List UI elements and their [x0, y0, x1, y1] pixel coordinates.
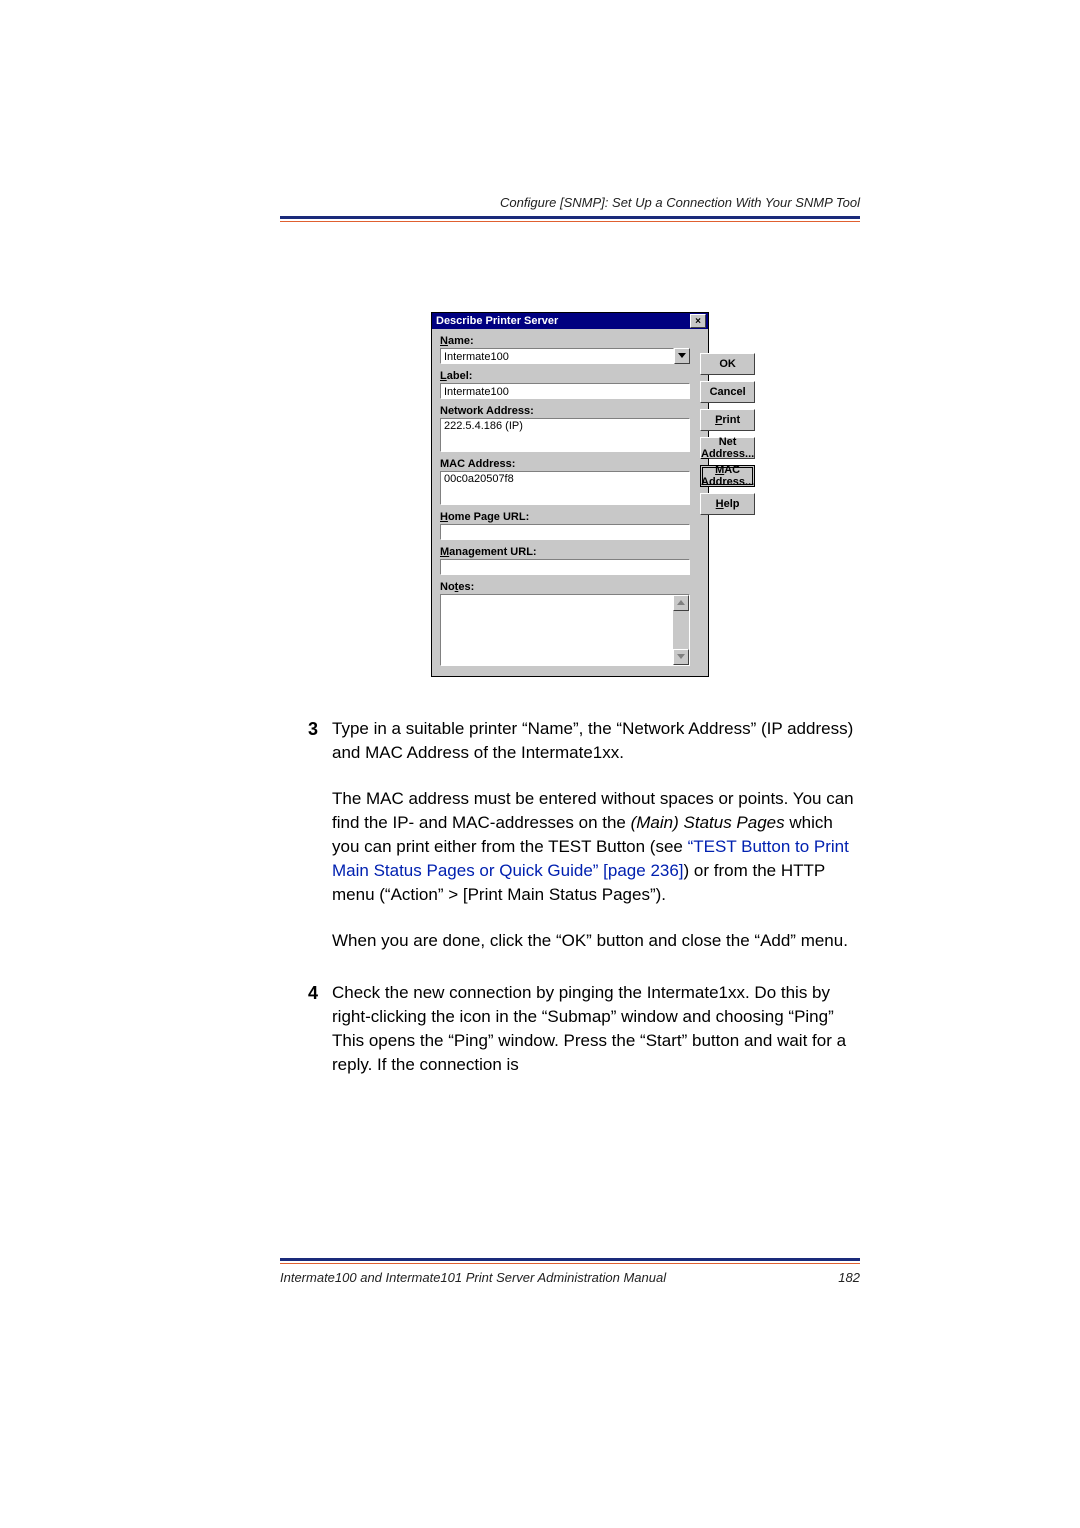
scroll-down-button[interactable] — [673, 649, 689, 665]
close-button[interactable]: × — [690, 314, 706, 328]
footer-doc-title: Intermate100 and Intermate101 Print Serv… — [280, 1270, 666, 1285]
name-input[interactable]: Intermate100 — [440, 348, 674, 364]
scrollbar[interactable] — [673, 595, 689, 665]
step-number: 4 — [300, 981, 332, 1077]
body-text: The MAC address must be entered without … — [332, 787, 860, 907]
describe-printer-server-dialog: Describe Printer Server × Name: Intermat… — [431, 312, 709, 677]
dialog-titlebar: Describe Printer Server × — [432, 313, 708, 329]
footer-page-number: 182 — [838, 1270, 860, 1285]
management-url-label: Management URL: — [440, 546, 690, 558]
home-page-url-input[interactable] — [440, 524, 690, 540]
chevron-up-icon — [677, 600, 685, 606]
name-combobox[interactable]: Intermate100 — [440, 348, 690, 364]
network-address-input[interactable]: 222.5.4.186 (IP) — [440, 418, 690, 452]
step-number: 3 — [300, 717, 332, 953]
body-text: When you are done, click the “OK” button… — [332, 929, 860, 953]
home-page-url-label: Home Page URL: — [440, 511, 690, 523]
dropdown-button[interactable] — [674, 348, 690, 364]
management-url-input[interactable] — [440, 559, 690, 575]
mac-address-label: MAC Address: — [440, 458, 690, 470]
footer-rule — [280, 1258, 860, 1264]
body-text: Type in a suitable printer “Name”, the “… — [332, 717, 860, 765]
mac-address-button[interactable]: MAC Address... — [700, 465, 755, 487]
chevron-down-icon — [677, 654, 685, 660]
label-input[interactable]: Intermate100 — [440, 383, 690, 399]
network-address-label: Network Address: — [440, 405, 690, 417]
cancel-button[interactable]: Cancel — [700, 381, 755, 403]
body-text: Check the new connection by pinging the … — [332, 981, 860, 1077]
dialog-title: Describe Printer Server — [436, 315, 558, 327]
name-label: Name: — [440, 335, 690, 347]
step-3: 3 Type in a suitable printer “Name”, the… — [300, 717, 860, 953]
notes-textarea[interactable] — [440, 594, 690, 666]
help-button[interactable]: Help — [700, 493, 755, 515]
step-4: 4 Check the new connection by pinging th… — [300, 981, 860, 1077]
section-header: Configure [SNMP]: Set Up a Connection Wi… — [280, 195, 860, 210]
print-button[interactable]: Print — [700, 409, 755, 431]
close-icon: × — [695, 316, 701, 327]
notes-label: Notes: — [440, 581, 690, 593]
label-label: Label: — [440, 370, 690, 382]
scroll-up-button[interactable] — [673, 595, 689, 611]
ok-button[interactable]: OK — [700, 353, 755, 375]
net-address-button[interactable]: Net Address... — [700, 437, 755, 459]
mac-address-input[interactable]: 00c0a20507f8 — [440, 471, 690, 505]
header-rule — [280, 216, 860, 222]
chevron-down-icon — [678, 353, 686, 359]
